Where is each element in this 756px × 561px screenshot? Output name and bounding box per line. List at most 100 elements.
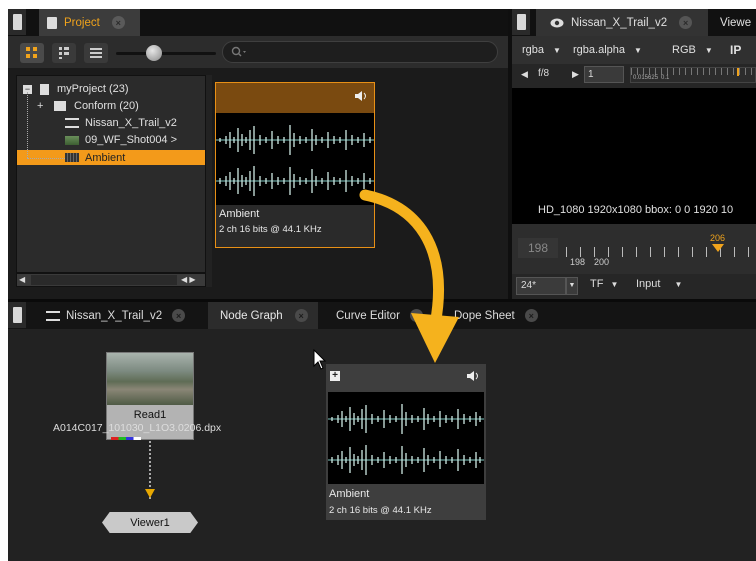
fstop-increment[interactable]: ▶ [572,69,579,80]
tab-label: Node Graph [220,309,283,322]
alpha-label: rgba.alpha [573,44,625,56]
zoom-slider-handle[interactable] [146,45,162,61]
arrowhead-icon [145,489,155,498]
mouse-cursor-icon [313,349,327,370]
chevron-down-icon: ▼ [674,279,683,289]
tree-label: 09_WF_Shot004 > [85,134,178,146]
close-icon[interactable]: × [524,309,538,322]
clip-tile-ambient[interactable]: Ambient 2 ch 16 bits @ 44.1 KHz [215,82,375,248]
tab-project-label: Project [64,16,100,29]
ip-label: IP [730,43,742,57]
chevron-down-icon: ▼ [704,45,713,55]
format-info: HD_1080 1920x1080 bbox: 0 0 1920 10 [538,204,734,216]
small-icon-view-button[interactable] [52,43,76,63]
list-view-button[interactable] [84,43,108,63]
current-frame-field[interactable]: 198 [518,238,558,258]
gain-value: 1 [588,69,594,80]
tree-item-conform[interactable]: + Conform (20) [17,99,205,113]
viewer-node[interactable]: Viewer1 [102,512,198,533]
sequence-icon [65,118,79,128]
current-frame-value: 198 [527,241,549,255]
tree-item-sequence[interactable]: Nissan_X_Trail_v2 [17,116,205,130]
gain-slider[interactable]: 0.015625 0.1 [630,67,756,83]
fps-value: 24* [521,280,537,291]
gain-field[interactable]: 1 [584,66,624,83]
colorspace-dropdown[interactable]: RGB ▼ [672,41,713,59]
search-input[interactable] [247,46,487,58]
input-dropdown[interactable]: Input ▼ [636,278,682,290]
tab-node-graph[interactable]: Node Graph × [208,302,318,329]
audio-node-info: 2 ch 16 bits @ 44.1 KHz [329,505,432,516]
ruler-value: 0.1 [661,75,670,81]
tree-item-myproject[interactable]: − myProject (23) [17,82,205,96]
zoom-slider[interactable] [116,45,216,61]
tab-label: Nissan_X_Trail_v2 [66,309,163,322]
tree-line [27,158,65,159]
chevron-down-icon: ▼ [634,45,642,55]
tab-sequence[interactable]: Nissan_X_Trail_v2 × [36,302,186,329]
search-icon [231,46,246,57]
close-icon[interactable]: × [111,16,125,29]
tree-scrollbar[interactable]: ◀ ◀ ▶ [16,273,206,287]
tree-line [27,92,28,158]
fps-field[interactable]: 24* [516,277,566,295]
ip-button[interactable]: IP [730,41,741,59]
list-icon [90,48,102,58]
input-label: Input [636,278,661,290]
tab-viewer2-label: Viewe [720,16,752,29]
tf-dropdown[interactable]: TF ▼ [590,278,618,290]
drag-arrow-icon [359,189,459,363]
timeline-mark: 200 [594,257,610,267]
read-node-thumbnail [107,353,193,405]
fstop-decrement[interactable]: ◀ [521,69,528,80]
tab-viewer[interactable]: Nissan_X_Trail_v2 × [536,9,708,36]
alpha-dropdown[interactable]: rgba.alpha ▼ [573,41,642,59]
clip-header [216,83,374,113]
panel-splitter[interactable] [206,75,212,287]
scroll-thumb[interactable] [31,275,177,285]
project-tree: − myProject (23) + Conform (20) Nissan_X… [16,75,206,273]
channels-label: rgba [522,44,545,56]
panel-grip-icon[interactable] [8,302,26,328]
eye-icon [550,18,564,27]
close-icon[interactable]: × [679,16,693,29]
tree-item-shot[interactable]: 09_WF_Shot004 > [17,133,205,147]
timeline-ruler[interactable]: 198 200 206 [566,233,756,271]
scroll-left-icon[interactable]: ◀ [19,276,29,284]
speaker-icon [355,91,366,101]
audio-clip-icon [65,153,79,162]
speaker-icon [467,371,478,381]
tree-label: Nissan_X_Trail_v2 [85,117,177,129]
close-icon[interactable]: × [172,309,186,322]
panel-grip-icon[interactable] [512,9,530,35]
ruler-value: 0.015625 [633,75,659,81]
channels-dropdown[interactable]: rgba ▼ [522,41,561,59]
waveform-icon [216,125,374,196]
audio-node-ambient[interactable]: + Ambient 2 ch 16 bits @ 44.1 KHz [326,364,486,520]
slider-marker[interactable] [737,68,739,76]
playhead-icon[interactable] [712,244,724,252]
tree-label: Conform (20) [74,100,139,112]
timeline-start: 198 [570,257,586,267]
thumbnail-view-button[interactable] [20,43,44,63]
viewer-canvas[interactable]: HD_1080 1920x1080 bbox: 0 0 1920 10 [512,88,756,224]
audio-node-name: Ambient [329,488,370,500]
waveform-thumbnail [328,392,484,484]
close-icon[interactable]: × [294,309,308,322]
tab-project[interactable]: Project × [39,9,140,36]
clip-name: Ambient [219,208,260,220]
fps-dropdown[interactable]: ▼ [566,277,578,295]
list-grid-icon [59,47,69,59]
timeline-ticks [566,247,756,257]
chevron-down-icon: ▼ [610,279,619,289]
chevron-down-icon: ▼ [553,45,561,55]
search-field[interactable] [222,41,498,63]
tab-viewer-label: Nissan_X_Trail_v2 [571,16,668,29]
expand-icon[interactable]: + [37,100,46,111]
grid-icon [26,47,37,58]
tab-viewer2[interactable]: Viewe [720,9,751,36]
folder-icon [54,101,66,111]
panel-grip-icon[interactable] [8,9,26,35]
add-icon[interactable]: + [330,371,340,381]
scroll-right-icon[interactable]: ◀ ▶ [181,276,203,284]
